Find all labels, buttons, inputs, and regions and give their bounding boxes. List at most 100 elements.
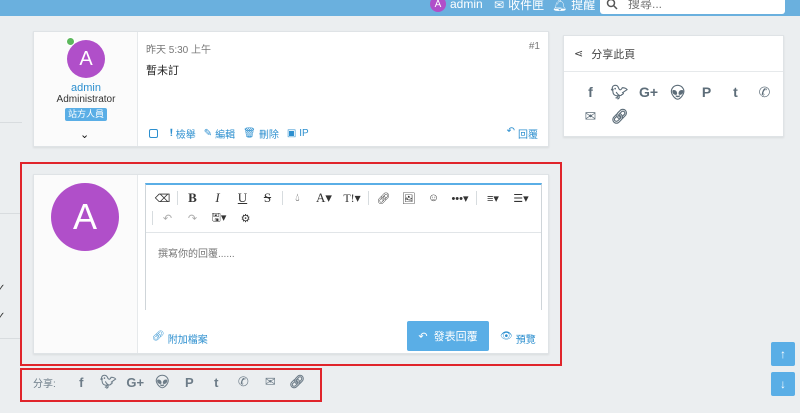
check-icon: ✓ (0, 311, 6, 322)
font-button[interactable]: A ▾ (310, 188, 338, 208)
pinterest-icon[interactable]: P (692, 84, 721, 108)
author-role: Administrator (56, 94, 116, 105)
inbox-link[interactable]: ✉ 收件匣 (494, 0, 544, 13)
post-number[interactable]: #1 (529, 41, 540, 52)
toolbar-separator (282, 191, 283, 205)
notifications-link[interactable]: 🔔︎ 提醒 (552, 0, 595, 13)
submit-label: 發表回覆 (433, 331, 478, 343)
bold-button[interactable]: B (180, 188, 205, 208)
user-avatar: A (430, 0, 446, 12)
share-label: 分享: (33, 378, 56, 390)
divider (0, 338, 22, 339)
search-box[interactable] (600, 0, 785, 14)
share-panel: ⋖ 分享此頁 f 🐦︎ G+ 👽︎ P t ✆ ✉ 🔗︎ (563, 35, 784, 137)
gear-icon[interactable]: ⚙ (233, 208, 258, 228)
scroll-up-button[interactable]: ↑ (771, 342, 795, 366)
reply-icon: ↶ (506, 126, 515, 137)
scroll-down-button[interactable]: ↓ (771, 372, 795, 396)
staff-badge: 站方人員 (65, 108, 108, 121)
report-button[interactable]: ❗︎ 檢舉 (170, 126, 196, 141)
delete-button[interactable]: 🗑︎ 刪除 (243, 126, 279, 141)
whatsapp-icon[interactable]: ✆ (230, 374, 257, 390)
reply-icon: ↶ (418, 330, 428, 343)
attach-label: 附加檔案 (167, 335, 208, 346)
italic-button[interactable]: I (205, 188, 230, 208)
select-checkbox[interactable] (149, 129, 158, 138)
editor-toolbar: ⌫ B I U S 💧︎ A ▾ T! ▾ 🔗︎ 🖼︎ ☺ •••▾ ≡▾ ☰▾ ↶… (146, 185, 541, 233)
pencil-icon: ✎ (203, 128, 213, 139)
reply-composer: A ⌫ B I U S 💧︎ A ▾ T! ▾ 🔗︎ 🖼︎ ☺ •••▾ ≡▾ ☰▾… (33, 174, 549, 354)
share-icon: ⋖ (574, 48, 584, 60)
author-avatar[interactable]: A (67, 40, 105, 78)
online-status-dot (66, 37, 75, 46)
link-icon[interactable]: 🔗︎ (371, 188, 396, 208)
tumblr-icon[interactable]: t (721, 84, 750, 108)
color-drop-icon[interactable]: 💧︎ (285, 188, 310, 208)
attach-file-link[interactable]: 🔗︎ 附加檔案 (152, 331, 208, 346)
link-icon[interactable]: 🔗︎ (605, 108, 634, 132)
toolbar-separator (152, 211, 153, 225)
google-plus-icon[interactable]: G+ (634, 84, 663, 108)
rich-text-editor: ⌫ B I U S 💧︎ A ▾ T! ▾ 🔗︎ 🖼︎ ☺ •••▾ ≡▾ ☰▾ ↶… (145, 183, 542, 310)
ip-button[interactable]: ▣ IP (287, 128, 309, 139)
google-plus-icon[interactable]: G+ (122, 375, 149, 390)
composer-author-panel: A (34, 175, 138, 353)
post-content: 暫未訂 (146, 65, 179, 77)
size-label: T! (343, 190, 355, 205)
top-navbar: A admin ✉ 收件匣 🔔︎ 提醒 (0, 0, 800, 16)
redo-icon[interactable]: ↷ (180, 208, 205, 228)
search-input[interactable] (628, 0, 768, 11)
submit-reply-button[interactable]: ↶ 發表回覆 (407, 321, 489, 351)
strikethrough-button[interactable]: S (255, 188, 280, 208)
eye-icon: 👁︎ (500, 331, 513, 342)
tumblr-icon[interactable]: t (203, 375, 230, 390)
reply-textarea[interactable] (146, 233, 541, 310)
envelope-icon: ✉ (494, 0, 505, 12)
post-actions: ❗︎ 檢舉 ✎ 編輯 🗑︎ 刪除 ▣ IP (149, 126, 317, 141)
save-icon[interactable]: 🖫︎▾ (205, 208, 233, 228)
more-icon[interactable]: •••▾ (446, 188, 474, 208)
twitter-icon[interactable]: 🐦︎ (605, 84, 634, 108)
search-icon (606, 0, 618, 10)
link-icon: 🔗︎ (152, 331, 165, 342)
post-timestamp: 昨天 5:30 上午 (146, 45, 212, 56)
bell-icon: 🔔︎ (552, 0, 568, 12)
align-icon[interactable]: ≡▾ (479, 188, 507, 208)
arrow-down-icon: ↓ (780, 377, 786, 391)
pinterest-icon[interactable]: P (176, 375, 203, 390)
author-name[interactable]: admin (34, 82, 138, 94)
smile-icon[interactable]: ☺ (421, 188, 446, 208)
image-icon[interactable]: 🖼︎ (396, 188, 421, 208)
facebook-icon[interactable]: f (576, 84, 605, 108)
arrow-up-icon: ↑ (780, 347, 786, 361)
user-menu[interactable]: A admin (430, 0, 483, 12)
divider (0, 213, 22, 214)
reply-button[interactable]: ↶ 回覆 (507, 126, 538, 141)
user-name: admin (450, 0, 483, 11)
toolbar-separator (368, 191, 369, 205)
edit-button[interactable]: ✎ 編輯 (204, 126, 235, 141)
whatsapp-icon[interactable]: ✆ (750, 84, 779, 108)
undo-icon[interactable]: ↶ (155, 208, 180, 228)
list-icon[interactable]: ☰▾ (507, 188, 535, 208)
reddit-icon[interactable]: 👽︎ (149, 374, 176, 390)
inbox-label: 收件匣 (508, 0, 545, 12)
email-icon[interactable]: ✉ (576, 108, 605, 132)
underline-button[interactable]: U (230, 188, 255, 208)
facebook-icon[interactable]: f (68, 375, 95, 390)
composer-avatar: A (51, 183, 119, 251)
link-icon[interactable]: 🔗︎ (284, 374, 311, 390)
share-bar: 分享: f 🐦︎ G+ 👽︎ P t ✆ ✉ 🔗︎ (33, 374, 311, 390)
share-panel-header: ⋖ 分享此頁 (564, 36, 783, 72)
size-button[interactable]: T! ▾ (338, 188, 366, 208)
twitter-icon[interactable]: 🐦︎ (95, 374, 122, 390)
reddit-icon[interactable]: 👽︎ (663, 84, 692, 108)
ip-label: IP (299, 128, 309, 139)
trash-icon: 🗑︎ (243, 128, 256, 139)
delete-label: 刪除 (258, 130, 279, 141)
preview-button[interactable]: 👁︎ 預覽 (500, 331, 536, 346)
chevron-down-icon[interactable]: ⌄ (80, 128, 89, 141)
post-card: A admin Administrator 站方人員 ⌄ 昨天 5:30 上午 … (33, 31, 549, 147)
eraser-icon[interactable]: ⌫ (150, 188, 175, 208)
email-icon[interactable]: ✉ (257, 374, 284, 390)
